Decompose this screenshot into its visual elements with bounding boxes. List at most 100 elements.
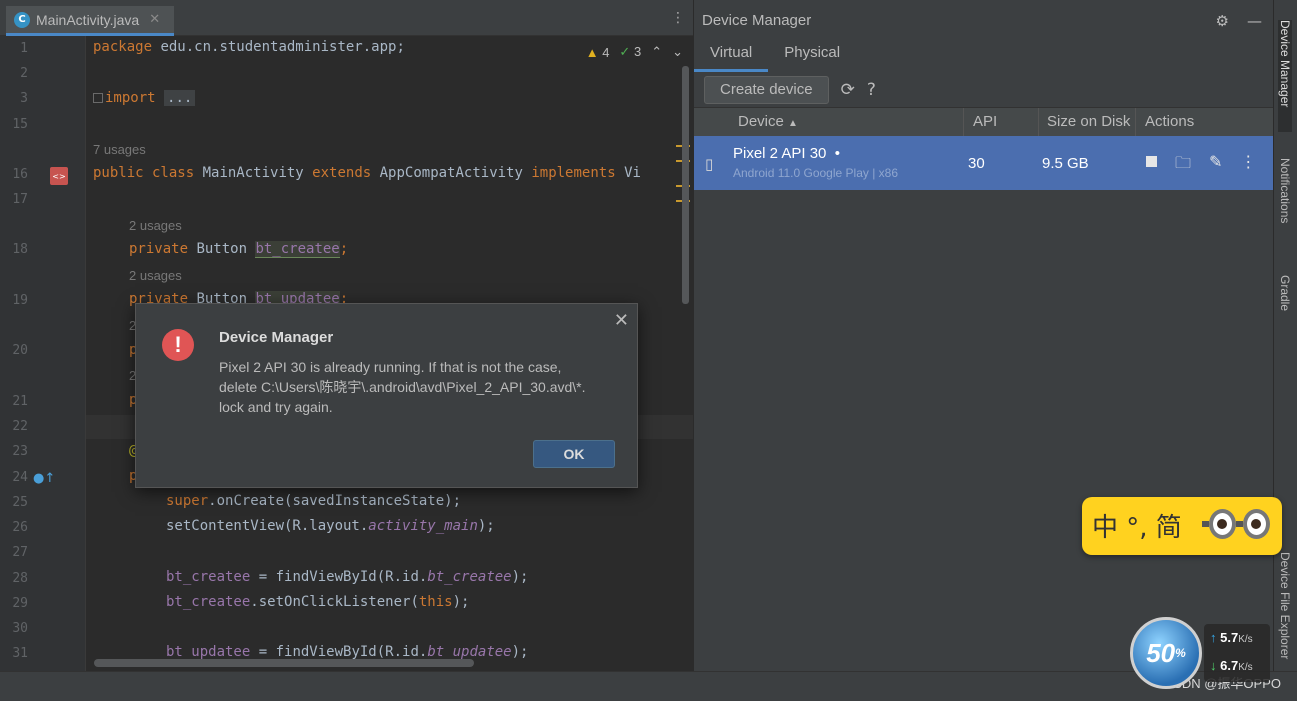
- code-line: private Button bt_createe;: [129, 241, 349, 258]
- field-name: bt_createe: [255, 241, 340, 258]
- rate-unit: K/s: [1238, 634, 1253, 645]
- column-api[interactable]: API: [973, 113, 997, 130]
- upload-arrow-icon: ↑: [1210, 630, 1217, 645]
- keyword: package: [93, 39, 153, 55]
- network-monitor[interactable]: 50% ↑ 5.7K/s ↓ 6.7K/s: [1130, 612, 1270, 690]
- code-line: bt_createe = findViewById(R.id.bt_create…: [166, 569, 528, 585]
- keyword: this: [418, 594, 453, 610]
- usage-ball[interactable]: 50%: [1130, 617, 1202, 689]
- dialog-message-line: Pixel 2 API 30 is already running. If th…: [219, 359, 562, 375]
- error-icon: !: [162, 329, 194, 361]
- chevron-down-icon[interactable]: ⌄: [672, 44, 683, 60]
- ok-button[interactable]: OK: [533, 440, 615, 468]
- device-table-header: Device ▲ API Size on Disk Actions: [694, 108, 1274, 136]
- stop-icon[interactable]: [1146, 156, 1157, 167]
- tool-notifications[interactable]: Notifications: [1278, 158, 1292, 223]
- code-text: edu.cn.studentadminister.app;: [152, 39, 405, 55]
- refresh-icon[interactable]: ⟳: [841, 80, 855, 100]
- device-manager-panel: Device Manager ⚙ — Virtual Physical Crea…: [693, 0, 1274, 671]
- more-icon[interactable]: ⋮: [1240, 152, 1256, 179]
- phone-icon: ▯: [705, 155, 714, 173]
- tool-gradle[interactable]: Gradle: [1278, 275, 1292, 311]
- line-number: 26: [12, 520, 28, 535]
- device-actions: 🗀 ✎ ⋮: [1146, 152, 1256, 179]
- line-number: 24: [12, 470, 28, 485]
- device-subtitle: Android 11.0 Google Play | x86: [733, 166, 898, 180]
- line-number: 20: [12, 343, 28, 358]
- error-dialog: ✕ ! Device Manager Pixel 2 API 30 is alr…: [135, 303, 638, 488]
- ime-mode-text[interactable]: 中 °, 简: [1092, 507, 1182, 544]
- line-number: 16: [12, 167, 28, 182]
- column-divider: [1038, 108, 1039, 136]
- line-number: 3: [20, 91, 28, 106]
- warning-icon: ▲: [585, 44, 599, 60]
- warning-number: 4: [602, 44, 610, 60]
- dialog-message-line: delete C:\Users\陈晓宇\.android\avd\Pixel_2…: [219, 379, 586, 395]
- tab-virtual[interactable]: Virtual: [694, 40, 769, 72]
- column-actions[interactable]: Actions: [1145, 113, 1194, 130]
- usages-hint[interactable]: 2 usages: [129, 268, 182, 283]
- column-label: Device: [738, 113, 784, 130]
- folded-imports[interactable]: ...: [164, 90, 196, 106]
- weak-warning-number: 3: [633, 44, 642, 59]
- more-icon[interactable]: ⋮: [671, 10, 685, 26]
- usages-hint[interactable]: 7 usages: [93, 142, 146, 157]
- horizontal-scrollbar[interactable]: [94, 659, 474, 667]
- field-name: bt_updatee: [427, 644, 512, 660]
- upload-value: 5.7: [1220, 630, 1239, 645]
- line-number: 22: [12, 419, 28, 434]
- usages-hint[interactable]: 2 usages: [129, 218, 182, 233]
- device-toolbar: Create device ⟳ ?: [694, 72, 1274, 108]
- weak-warning-count[interactable]: ✓ 3: [619, 44, 641, 60]
- column-device[interactable]: Device ▲: [738, 113, 798, 130]
- code-text: MainActivity: [194, 165, 313, 181]
- class-icon: C: [14, 11, 30, 28]
- override-gutter-icon[interactable]: ●↑: [33, 471, 55, 486]
- problems-indicator[interactable]: ▲ 4 ✓ 3 ⌃ ⌄: [586, 44, 683, 60]
- line-number: 17: [12, 192, 28, 207]
- tool-device-file-explorer[interactable]: Device File Explorer: [1278, 552, 1292, 659]
- warning-count[interactable]: ▲ 4: [586, 45, 610, 60]
- network-rates: ↑ 5.7K/s ↓ 6.7K/s: [1204, 624, 1270, 682]
- tab-physical[interactable]: Physical: [768, 40, 856, 72]
- create-device-button[interactable]: Create device: [704, 75, 829, 104]
- tab-filename: MainActivity.java: [36, 11, 140, 28]
- code-text: .onCreate(savedInstanceState);: [208, 493, 462, 509]
- code-line: import ...: [93, 90, 196, 106]
- code-text: Button: [188, 241, 256, 257]
- help-icon[interactable]: ?: [867, 80, 876, 100]
- line-number: 18: [12, 242, 28, 257]
- line-number-gutter: 1 2 3 15 16 17 18 19 20 21 22 23 24 25 2…: [0, 36, 86, 671]
- line-number: 2: [20, 66, 28, 81]
- implementation-gutter-icon[interactable]: <>: [50, 167, 68, 185]
- line-number: 27: [12, 545, 28, 560]
- code-line: setContentView(R.layout.activity_main);: [166, 518, 495, 534]
- chevron-up-icon[interactable]: ⌃: [651, 44, 662, 60]
- close-icon[interactable]: ✕: [614, 310, 629, 331]
- close-icon[interactable]: ✕: [149, 12, 160, 27]
- line-number: 23: [12, 444, 28, 459]
- folder-icon[interactable]: 🗀: [1175, 152, 1191, 179]
- code-text: );: [477, 518, 495, 534]
- vertical-scrollbar[interactable]: [682, 66, 689, 304]
- ime-toolbar[interactable]: 中 °, 简: [1082, 497, 1282, 555]
- dialog-message: Pixel 2 API 30 is already running. If th…: [219, 357, 619, 417]
- dialog-title: Device Manager: [219, 329, 334, 346]
- line-number: 21: [12, 394, 28, 409]
- code-text: .setOnClickListener(: [250, 594, 419, 610]
- column-size[interactable]: Size on Disk: [1047, 113, 1130, 130]
- running-dot-icon: •: [834, 145, 841, 162]
- device-name: Pixel 2 API 30 •: [733, 145, 840, 162]
- line-number: 28: [12, 571, 28, 586]
- ime-mascot-icon: [1202, 509, 1270, 539]
- column-divider: [963, 108, 964, 136]
- fold-icon[interactable]: [93, 93, 103, 103]
- keyword: import: [105, 90, 156, 106]
- minimize-icon[interactable]: —: [1247, 12, 1262, 30]
- edit-icon[interactable]: ✎: [1209, 152, 1222, 179]
- tab-mainactivity[interactable]: C MainActivity.java ✕: [6, 6, 174, 36]
- device-row[interactable]: ▯ Pixel 2 API 30 • Android 11.0 Google P…: [694, 136, 1274, 190]
- gear-icon[interactable]: ⚙: [1216, 12, 1229, 30]
- tool-device-manager[interactable]: Device Manager: [1278, 20, 1292, 132]
- code-line: package edu.cn.studentadminister.app;: [93, 39, 405, 55]
